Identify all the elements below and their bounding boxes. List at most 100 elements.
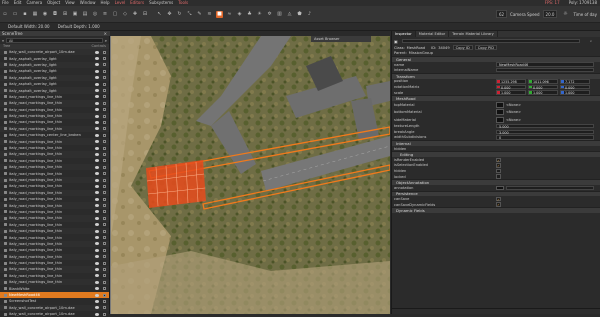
rotation-z-input[interactable]: 0.000 bbox=[560, 84, 590, 90]
position-z-input[interactable]: 7.172 bbox=[560, 79, 590, 84]
visibility-icon[interactable] bbox=[95, 274, 99, 278]
lock-checkbox[interactable] bbox=[103, 261, 106, 265]
visibility-icon[interactable] bbox=[95, 89, 99, 93]
pivot-icon[interactable]: ◇ bbox=[122, 11, 129, 18]
visibility-icon[interactable] bbox=[95, 223, 99, 227]
globe-icon[interactable]: ◎ bbox=[92, 11, 99, 18]
position-x-input[interactable]: 1255.298 bbox=[496, 79, 526, 84]
copy-pid-button[interactable]: Copy PID bbox=[474, 45, 497, 51]
visibility-icon[interactable] bbox=[95, 178, 99, 182]
lock-icon[interactable]: ▣ bbox=[394, 39, 398, 44]
visibility-icon[interactable] bbox=[95, 76, 99, 80]
lock-checkbox[interactable] bbox=[103, 140, 106, 144]
lock-checkbox[interactable] bbox=[103, 50, 106, 54]
lock-checkbox[interactable] bbox=[103, 120, 106, 124]
lock-checkbox[interactable] bbox=[103, 242, 106, 246]
side-material-swatch[interactable] bbox=[496, 116, 504, 123]
lock-checkbox[interactable] bbox=[103, 127, 106, 131]
visibility-icon[interactable] bbox=[95, 236, 99, 240]
texture-length-input[interactable]: 5.000 bbox=[496, 123, 594, 129]
lock-checkbox[interactable] bbox=[103, 76, 106, 80]
visibility-icon[interactable] bbox=[95, 114, 99, 118]
lock-checkbox[interactable] bbox=[103, 299, 106, 303]
visibility-icon[interactable] bbox=[95, 197, 99, 201]
lock-checkbox[interactable] bbox=[103, 57, 106, 61]
lock-checkbox[interactable] bbox=[103, 133, 106, 137]
open-icon[interactable]: ▭ bbox=[12, 11, 19, 18]
lock-checkbox[interactable] bbox=[103, 82, 106, 86]
width-subdivisions-input[interactable]: 0 bbox=[496, 135, 594, 140]
lock-checkbox[interactable] bbox=[103, 280, 106, 284]
visibility-icon[interactable] bbox=[95, 101, 99, 105]
brush-icon[interactable]: ✎ bbox=[196, 11, 203, 18]
side-material-value[interactable]: <None> bbox=[506, 118, 521, 122]
shape-icon[interactable]: ⬟ bbox=[296, 11, 303, 18]
lock-checkbox[interactable] bbox=[103, 69, 106, 73]
visibility-icon[interactable] bbox=[95, 50, 99, 54]
lock-checkbox[interactable] bbox=[103, 108, 106, 112]
visibility-icon[interactable] bbox=[95, 159, 99, 163]
visibility-icon[interactable] bbox=[95, 248, 99, 252]
nav-icon[interactable]: ◬ bbox=[286, 11, 293, 18]
top-material-value[interactable]: <None> bbox=[506, 103, 521, 107]
scale-y-input[interactable]: 1.000 bbox=[528, 90, 558, 95]
rotation-y-input[interactable]: 0.000 bbox=[528, 84, 558, 90]
measure-icon[interactable]: ⊟ bbox=[142, 11, 149, 18]
scale-z-input[interactable]: 1.000 bbox=[560, 90, 590, 95]
lock-checkbox[interactable] bbox=[103, 255, 106, 259]
new-icon[interactable]: ▫ bbox=[2, 11, 9, 18]
bounds-icon[interactable]: ▢ bbox=[112, 11, 119, 18]
lock-checkbox[interactable] bbox=[103, 165, 106, 169]
lock-checkbox[interactable] bbox=[103, 306, 106, 310]
grid-icon[interactable]: ▦ bbox=[32, 11, 39, 18]
annotation-input[interactable] bbox=[506, 185, 594, 191]
visibility-icon[interactable] bbox=[95, 191, 99, 195]
road-icon[interactable]: ≋ bbox=[206, 11, 213, 18]
top-material-swatch[interactable] bbox=[496, 101, 504, 108]
visibility-icon[interactable] bbox=[95, 293, 99, 297]
meshroad-icon[interactable]: ■ bbox=[216, 10, 223, 18]
lock-checkbox[interactable] bbox=[103, 223, 106, 227]
particle-icon[interactable]: ✲ bbox=[266, 11, 273, 18]
lock-checkbox[interactable] bbox=[103, 95, 106, 99]
visibility-icon[interactable] bbox=[95, 69, 99, 73]
fov-field[interactable]: 62 bbox=[495, 10, 508, 18]
position-y-input[interactable]: 1011.096 bbox=[528, 79, 558, 84]
asset-browser-tab[interactable]: Asset Browser bbox=[311, 36, 371, 42]
visibility-icon[interactable] bbox=[95, 120, 99, 124]
terrain-icon[interactable]: ▤ bbox=[82, 11, 89, 18]
world-icon[interactable]: ◉ bbox=[42, 11, 49, 18]
lock-checkbox[interactable] bbox=[103, 172, 106, 176]
visibility-icon[interactable] bbox=[95, 82, 99, 86]
visibility-icon[interactable] bbox=[95, 267, 99, 271]
lock-checkbox[interactable] bbox=[103, 89, 106, 93]
can-save-checkbox[interactable]: ✓ bbox=[496, 196, 501, 202]
internal-name-input[interactable] bbox=[496, 67, 594, 73]
hidden-checkbox[interactable] bbox=[496, 168, 501, 174]
visibility-icon[interactable] bbox=[95, 280, 99, 284]
sun-icon[interactable]: ☼ bbox=[562, 11, 569, 18]
lock-checkbox[interactable] bbox=[103, 229, 106, 233]
visibility-icon[interactable] bbox=[95, 152, 99, 156]
can-save-dynamic-fields-checkbox[interactable]: ✓ bbox=[496, 202, 501, 207]
search-icon[interactable]: ⌕ bbox=[105, 38, 107, 43]
visibility-icon[interactable] bbox=[95, 172, 99, 176]
visibility-icon[interactable] bbox=[95, 229, 99, 233]
lock-checkbox[interactable] bbox=[103, 210, 106, 214]
section-dynamic-fields[interactable]: Dynamic Fields bbox=[392, 207, 600, 213]
move-icon[interactable]: ✥ bbox=[166, 11, 173, 18]
lock-checkbox[interactable] bbox=[103, 216, 106, 220]
visibility-icon[interactable] bbox=[95, 306, 99, 310]
visibility-icon[interactable] bbox=[95, 261, 99, 265]
save-icon[interactable]: ▪ bbox=[22, 11, 29, 18]
lock-checkbox[interactable] bbox=[103, 146, 106, 150]
scale-x-input[interactable]: 1.000 bbox=[496, 90, 526, 95]
gui-icon[interactable]: ▥ bbox=[276, 11, 283, 18]
visibility-icon[interactable] bbox=[95, 299, 99, 303]
visibility-icon[interactable] bbox=[95, 216, 99, 220]
visibility-icon[interactable] bbox=[95, 57, 99, 61]
lock-checkbox[interactable] bbox=[103, 293, 106, 297]
lock-checkbox[interactable] bbox=[103, 236, 106, 240]
lock-checkbox[interactable] bbox=[103, 197, 106, 201]
visibility-icon[interactable] bbox=[95, 146, 99, 150]
